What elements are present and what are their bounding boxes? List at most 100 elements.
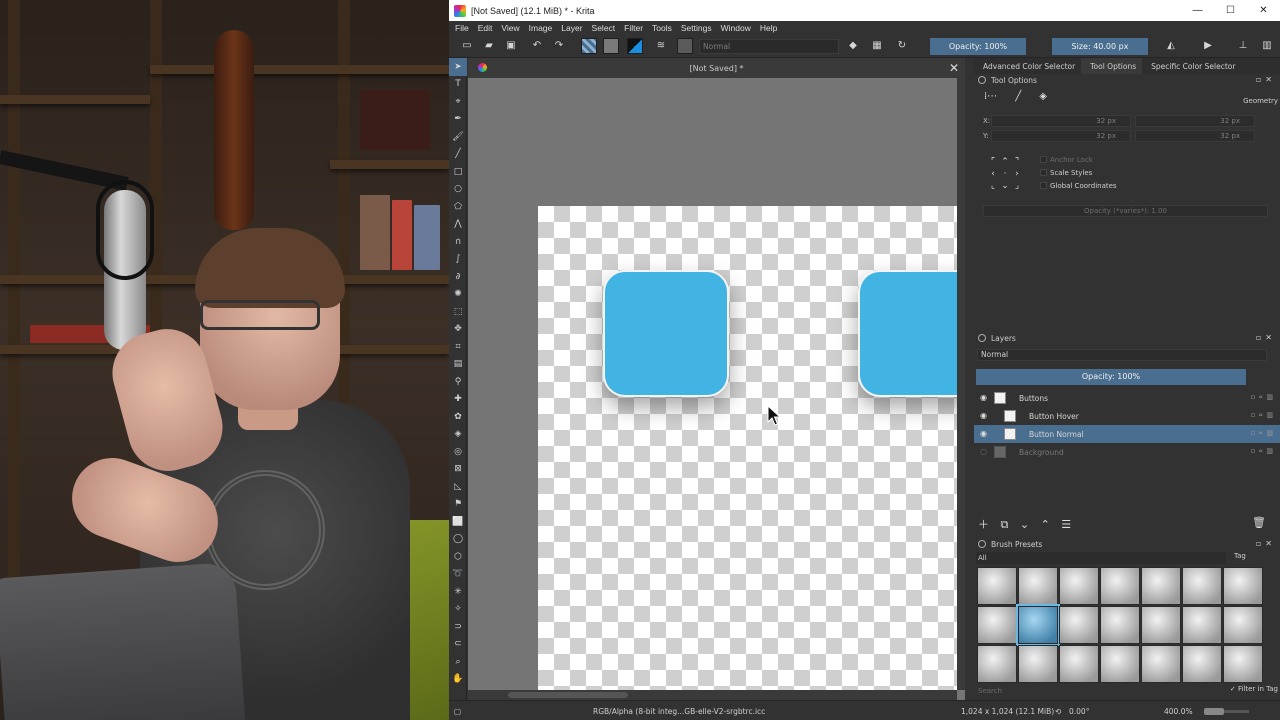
layer-row-background[interactable]: ○ Background ▫∝▥ [974, 443, 1280, 461]
elliptical-select-tool-icon[interactable]: ◯ [449, 531, 467, 549]
brush-preset-item[interactable] [1100, 645, 1140, 683]
tab-advanced-color-selector[interactable]: Advanced Color Selector [974, 58, 1081, 74]
brush-preset-item[interactable] [1182, 606, 1222, 644]
menu-view[interactable]: View [501, 23, 519, 33]
minimize-button[interactable]: — [1181, 0, 1214, 21]
anchor-top-left-icon[interactable]: ⌜ [987, 156, 999, 168]
layer-lock-alpha-icons[interactable]: ▫∝▥ [1251, 411, 1276, 419]
similar-color-select-tool-icon[interactable]: ✧ [449, 601, 467, 619]
global-coordinates-checkbox[interactable]: Global Coordinates [1040, 182, 1117, 190]
brush-preset-item[interactable] [1059, 606, 1099, 644]
contiguous-select-tool-icon[interactable]: ✳ [449, 583, 467, 601]
layer-lock-alpha-icons[interactable]: ▫∝▥ [1251, 393, 1276, 401]
enclose-fill-tool-icon[interactable]: ◎ [449, 443, 467, 461]
freehand-path-tool-icon[interactable]: ∫ [449, 251, 467, 269]
vertical-scrollbar[interactable] [957, 78, 965, 690]
brush-preset-item[interactable] [1018, 567, 1058, 605]
brush-preset-tag-button[interactable]: Tag [1234, 552, 1246, 560]
checkbox-box[interactable] [1040, 169, 1047, 176]
rotation-icon[interactable]: ⟲ [1055, 707, 1061, 716]
visibility-eye-icon[interactable]: ◉ [980, 393, 989, 402]
anchor-bottom-right-icon[interactable]: ⌟ [1011, 180, 1023, 192]
brush-preset-item[interactable] [1141, 645, 1181, 683]
zoom-slider-handle[interactable] [1204, 708, 1224, 715]
move-layer-up-icon[interactable]: ⌃ [1041, 518, 1050, 531]
brush-preset-filter-select[interactable]: All [976, 552, 1226, 564]
brush-preset-item[interactable] [1100, 567, 1140, 605]
layer-lock-alpha-icons[interactable]: ▫∝▥ [1251, 429, 1276, 437]
height-field[interactable]: 32 px [1135, 130, 1255, 142]
brush-preset-item[interactable] [1018, 645, 1058, 683]
wrap-around-icon[interactable]: ⊥ [1236, 39, 1250, 53]
filter-in-tag-checkbox[interactable]: ✓ Filter in Tag [1230, 685, 1278, 693]
layer-row-button-hover[interactable]: ◉ Button Hover ▫∝▥ [974, 407, 1280, 425]
layer-lock-alpha-icons[interactable]: ▫∝▥ [1251, 447, 1276, 455]
eraser-icon[interactable]: ◆ [846, 39, 860, 53]
brush-preset-item[interactable] [1141, 606, 1181, 644]
polygon-tool-icon[interactable]: ⬠ [449, 198, 467, 216]
reload-preset-icon[interactable]: ↻ [895, 39, 909, 53]
size-slider[interactable]: Size: 40.00 px [1052, 38, 1148, 55]
y-field[interactable]: 32 px [991, 130, 1131, 142]
menu-window[interactable]: Window [721, 23, 751, 33]
menu-file[interactable]: File [455, 23, 469, 33]
brush-preset-item[interactable] [1182, 567, 1222, 605]
mirror-vertical-icon[interactable]: ▶ [1201, 39, 1215, 53]
layer-blend-mode-select[interactable]: Normal [977, 349, 1267, 361]
alpha-lock-icon[interactable]: ▦ [870, 39, 884, 53]
brush-preset-search-input[interactable]: Search [976, 685, 1216, 697]
fill-pattern-icon[interactable] [581, 38, 597, 54]
multibrush-tool-icon[interactable]: ✺ [449, 286, 467, 304]
zoom-label[interactable]: 400.0% [1164, 707, 1193, 716]
layer-opacity-slider[interactable]: Opacity: 100% [976, 369, 1246, 385]
close-document-icon[interactable]: ✕ [949, 61, 959, 75]
image-canvas[interactable] [538, 206, 963, 690]
move-layer-down-icon[interactable]: ⌄ [1020, 518, 1029, 531]
edit-shapes-tool-icon[interactable]: ⌖ [449, 93, 467, 111]
brush-preset-item[interactable] [977, 567, 1017, 605]
tab-tool-options[interactable]: Tool Options [1081, 58, 1143, 74]
button-hover-shape[interactable] [858, 270, 963, 397]
move-tool-icon[interactable]: ✥ [449, 321, 467, 339]
brush-preset-item[interactable] [977, 645, 1017, 683]
select-shapes-tool-icon[interactable]: ➤ [449, 58, 467, 76]
menu-layer[interactable]: Layer [561, 23, 582, 33]
visibility-eye-icon[interactable]: ◉ [980, 429, 989, 438]
stroke-mode-icon[interactable]: ╱ [1015, 91, 1021, 102]
rectangle-tool-icon[interactable]: □ [449, 163, 467, 181]
color-picker-tool-icon[interactable]: ⚲ [449, 373, 467, 391]
line-tool-icon[interactable]: ╱ [449, 146, 467, 164]
menu-settings[interactable]: Settings [681, 23, 712, 33]
undo-icon[interactable]: ↶ [530, 39, 544, 53]
brush-preset-item[interactable] [1141, 567, 1181, 605]
brush-preset-item[interactable] [1059, 567, 1099, 605]
text-tool-icon[interactable]: T [449, 76, 467, 94]
blend-mode-select[interactable]: Normal [699, 39, 839, 54]
layer-row-buttons[interactable]: ◉ Buttons ▫∝▥ [974, 389, 1280, 407]
menu-help[interactable]: Help [760, 23, 777, 33]
menu-filter[interactable]: Filter [624, 23, 643, 33]
menu-select[interactable]: Select [592, 23, 616, 33]
brush-preset-icon[interactable] [677, 38, 693, 54]
color-space-label[interactable]: RGB/Alpha (8-bit integ...GB-elle-V2-srgb… [593, 707, 765, 716]
fg-bg-color-icon[interactable] [627, 38, 643, 54]
brush-preset-item[interactable] [1223, 606, 1263, 644]
freehand-brush-tool-icon[interactable]: 🖌 [449, 128, 467, 146]
measure-tool-icon[interactable]: ◺ [449, 478, 467, 496]
brush-preset-item[interactable] [1100, 606, 1140, 644]
document-tab[interactable]: [Not Saved] * ✕ [468, 58, 965, 78]
fill-tool-icon[interactable]: ◈ [449, 426, 467, 444]
add-layer-icon[interactable]: ＋ [978, 518, 989, 531]
pan-tool-icon[interactable]: ✋ [449, 671, 467, 689]
zoom-tool-icon[interactable]: ⌕ [449, 653, 467, 671]
fill-mode-icon[interactable]: ◈ [1039, 91, 1047, 102]
anchor-top-right-icon[interactable]: ⌝ [1011, 156, 1023, 168]
bezier-select-tool-icon[interactable]: ⊃ [449, 618, 467, 636]
layer-properties-icon[interactable]: ☰ [1061, 518, 1071, 531]
tab-specific-color-selector[interactable]: Specific Color Selector [1142, 58, 1241, 74]
new-document-icon[interactable]: ▭ [460, 39, 474, 53]
brush-settings-icon[interactable]: ≋ [654, 39, 668, 53]
rectangular-select-tool-icon[interactable]: ⬜ [449, 513, 467, 531]
docker-float-close-icon[interactable]: ▫✕ [1256, 333, 1276, 342]
polyline-tool-icon[interactable]: ⋀ [449, 216, 467, 234]
